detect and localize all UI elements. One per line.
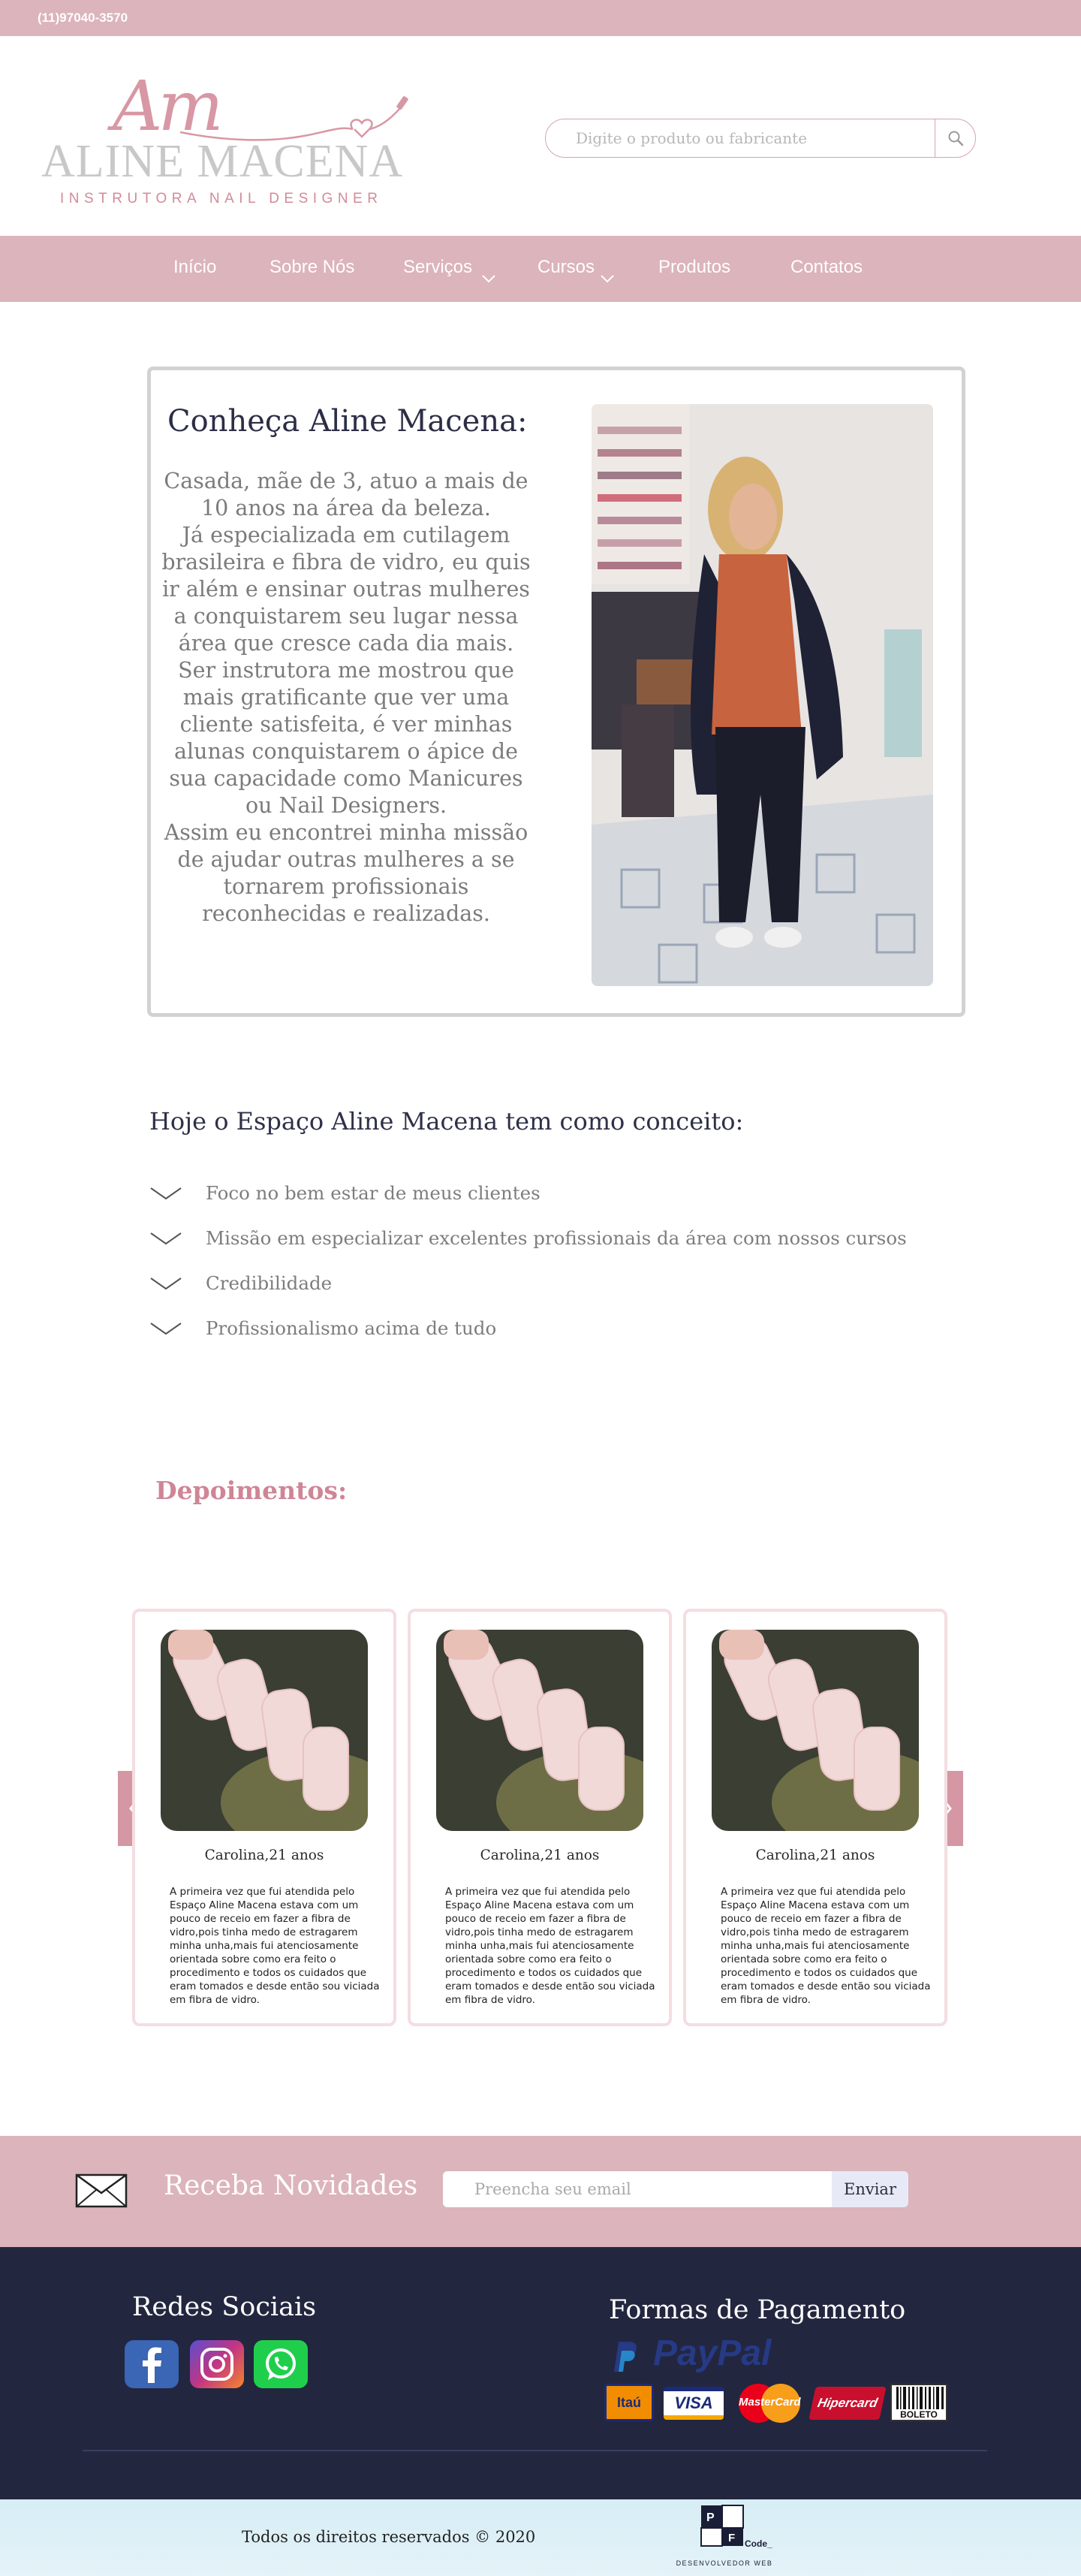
top-bar: (11)97040-3570 [0,0,1081,36]
about-paragraph: Casada, mãe de 3, atuo a mais de 10 anos… [164,469,528,520]
bottom-bar: Todos os direitos reservados © 2020 P F … [0,2499,1081,2576]
testimonial-photo [436,1630,643,1831]
newsletter-label: Receba Novidades [164,2170,418,2201]
developer-logo-caption: DESENVOLVEDOR WEB [676,2559,773,2567]
svg-text:F: F [728,2532,735,2544]
email-field[interactable] [443,2171,832,2207]
search-bar [545,118,976,158]
chevron-down-icon[interactable] [599,273,616,284]
testimonial-card: Carolina,21 anos A primeira vez que fui … [683,1609,947,2026]
chevron-down-icon [150,1232,182,1245]
testimonial-author: Carolina,21 anos [480,1848,600,1863]
whatsapp-button[interactable] [254,2340,308,2388]
boleto-logo: BOLETO [890,2384,947,2421]
facebook-button[interactable] [125,2340,179,2388]
search-button[interactable] [935,118,975,158]
instagram-icon [200,2348,233,2381]
chevron-down-icon [150,1277,182,1290]
chevron-down-icon[interactable] [480,273,497,284]
concept-title: Hoje o Espaço Aline Macena tem como conc… [149,1107,744,1136]
list-item: Credibilidade [149,1269,900,1299]
nav-item-cursos[interactable]: Cursos [537,257,595,278]
footer-divider [83,2450,987,2451]
chevron-down-icon [150,1323,182,1335]
about-paragraph: Já especializada em cutilagem brasileira… [161,523,531,656]
nav-item-servicos[interactable]: Serviços [403,257,472,278]
developer-logo-name: Code_ [745,2538,772,2549]
footer: Redes Sociais Formas de Pagamento PayPal… [0,2247,1081,2499]
testimonial-author: Carolina,21 anos [755,1848,875,1863]
itau-logo: Itaú [604,2384,654,2421]
svg-text:P: P [706,2511,715,2524]
about-paragraph: Assim eu encontrei minha missão de ajuda… [164,820,528,926]
testimonial-text: A primeira vez que fui atendida pelo Esp… [721,1886,931,2006]
testimonial-photo [712,1630,919,1831]
nav-item-inicio[interactable]: Início [173,257,216,278]
search-input[interactable] [576,128,906,148]
social-title: Redes Sociais [132,2292,317,2322]
testimonial-card: Carolina,21 anos A primeira vez que fui … [408,1609,672,2026]
concept-item: Missão em especializar excelentes profis… [206,1227,907,1249]
instagram-button[interactable] [190,2340,244,2388]
nav-item-produtos[interactable]: Produtos [658,257,730,278]
chevron-down-icon [150,1187,182,1200]
phone-number[interactable]: (11)97040-3570 [38,11,128,26]
payment-title: Formas de Pagamento [609,2295,906,2325]
boleto-label: BOLETO [900,2409,938,2420]
nav-item-sobre-nos[interactable]: Sobre Nós [269,257,354,278]
developer-logo[interactable]: P F Code_ DESENVOLVEDOR WEB [668,2502,781,2573]
header: Am ALINE MACENA INSTRUTORA NAIL DESIGNER [0,36,1081,236]
testimonial-text: A primeira vez que fui atendida pelo Esp… [445,1886,655,2006]
testimonial-text: A primeira vez que fui atendida pelo Esp… [170,1886,380,2006]
paypal-icon [614,2342,637,2372]
list-item: Missão em especializar excelentes profis… [149,1224,907,1254]
facebook-icon [143,2347,161,2383]
whatsapp-icon [266,2348,296,2380]
about-card: Conheça Aline Macena: Casada, mãe de 3, … [147,366,965,1017]
send-button[interactable]: Enviar [832,2171,908,2207]
list-item: Profissionalismo acima de tudo [149,1314,900,1344]
main-nav: Início Sobre Nós Serviços Cursos Produto… [0,236,1081,302]
about-title: Conheça Aline Macena: [167,404,528,439]
about-bio: Casada, mãe de 3, atuo a mais de 10 anos… [158,468,534,928]
visa-logo: VISA [664,2387,724,2420]
logo-name: ALINE MACENA [41,136,404,187]
profile-photo [592,404,933,986]
list-item: Foco no bem estar de meus clientes [149,1179,900,1209]
concept-item: Profissionalismo acima de tudo [206,1317,497,1339]
testimonials-title: Depoimentos: [155,1476,348,1505]
mastercard-logo: MasterCard [734,2382,805,2424]
testimonial-card: Carolina,21 anos A primeira vez que fui … [132,1609,396,2026]
newsletter-bar: Receba Novidades Enviar [0,2136,1081,2247]
nav-item-contatos[interactable]: Contatos [790,257,863,278]
testimonial-author: Carolina,21 anos [204,1848,324,1863]
about-paragraph: Ser instrutora me mostrou que mais grati… [169,658,523,818]
hipercard-logo: Hipercard [808,2387,887,2420]
brand-logo[interactable]: Am ALINE MACENA INSTRUTORA NAIL DESIGNER [38,66,428,209]
logo-tagline: INSTRUTORA NAIL DESIGNER [60,191,383,207]
barcode-icon [896,2387,944,2409]
mastercard-label: MasterCard [739,2396,801,2409]
concept-item: Credibilidade [206,1272,333,1294]
testimonial-photo [161,1630,368,1831]
search-icon [948,131,963,146]
concept-item: Foco no bem estar de meus clientes [206,1182,540,1204]
copyright-text: Todos os direitos reservados © 2020 [242,2528,536,2546]
paypal-logo: PayPal [653,2333,772,2373]
envelope-icon [75,2173,128,2208]
